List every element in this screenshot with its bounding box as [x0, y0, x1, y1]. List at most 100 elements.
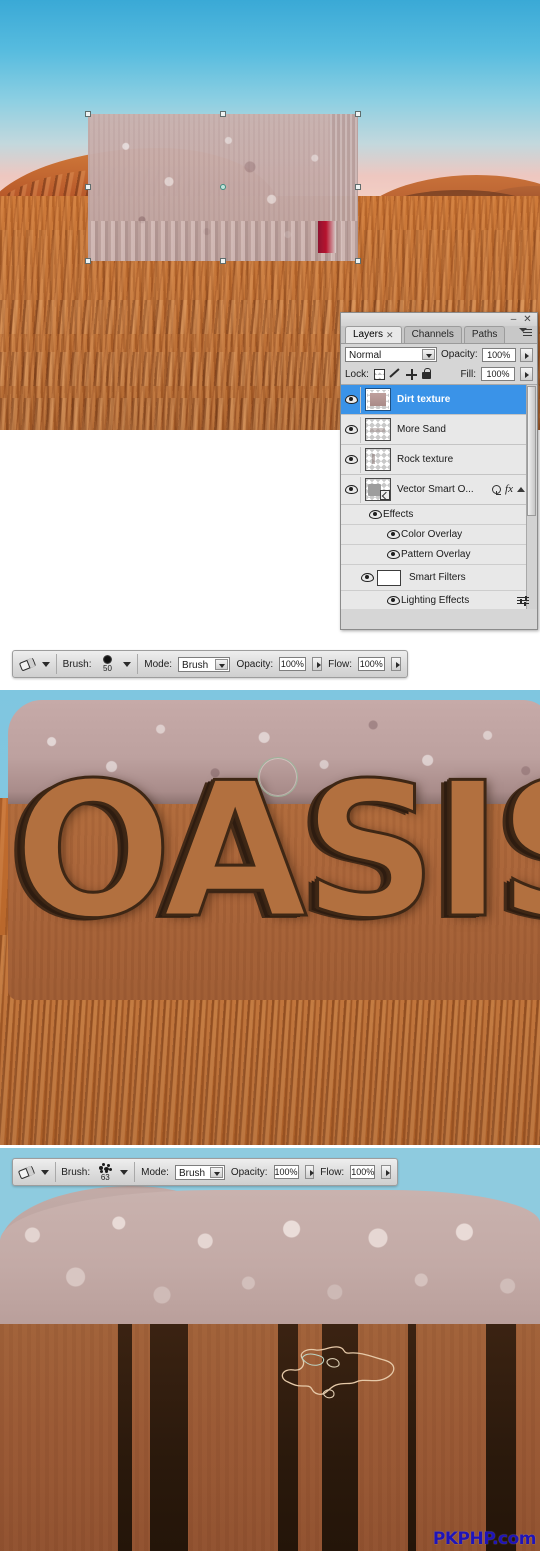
- eraser-tool-icon[interactable]: [18, 1162, 36, 1182]
- filter-visibility-toggle[interactable]: [385, 588, 401, 610]
- opacity-input[interactable]: 100%: [481, 347, 516, 362]
- eraser-options-toolbar[interactable]: Brush: 50 Mode: Brush Opacity: 100% Flow…: [12, 650, 408, 678]
- layer-thumbnail[interactable]: [365, 448, 391, 471]
- brush-label: Brush:: [61, 1166, 91, 1178]
- table-row[interactable]: Vector Smart O... fx: [341, 475, 537, 505]
- brush-preset-chevron-down-icon[interactable]: [123, 661, 132, 667]
- eye-icon: [360, 573, 374, 582]
- tool-preset-chevron-down-icon[interactable]: [41, 661, 50, 667]
- panel-menu-icon[interactable]: [519, 327, 534, 338]
- gravel-texture-cap: [0, 1190, 540, 1340]
- transform-handle-bottom-right[interactable]: [355, 258, 361, 264]
- blend-mode-row: Normal Opacity: 100%: [341, 344, 537, 365]
- lock-image-pixels-icon[interactable]: [390, 369, 401, 380]
- lock-position-icon[interactable]: [405, 368, 417, 380]
- layer-visibility-toggle[interactable]: [343, 476, 361, 503]
- flow-input[interactable]: 100%: [350, 1165, 376, 1179]
- layer-thumbnail[interactable]: [365, 478, 391, 501]
- flow-slider-arrow-icon[interactable]: [390, 657, 401, 671]
- transform-handle-top-right[interactable]: [355, 111, 361, 117]
- smart-filter-mask-thumbnail[interactable]: [377, 569, 401, 586]
- effects-group-label: Effects: [383, 509, 414, 520]
- lock-transparency-icon[interactable]: [373, 368, 385, 380]
- letter-gap-shadow: [118, 1324, 132, 1551]
- layers-panel[interactable]: – ✕ Layers ✕ Channels Paths Normal Opaci…: [340, 312, 538, 630]
- transform-handle-bottom-center[interactable]: [220, 258, 226, 264]
- list-item-color-overlay[interactable]: Color Overlay: [341, 525, 537, 545]
- eraser-tool-icon[interactable]: [18, 654, 37, 674]
- toolbar-separator: [137, 654, 139, 674]
- toolbar-separator: [54, 1162, 56, 1182]
- fx-icon[interactable]: fx: [505, 484, 513, 495]
- brush-preset-picker[interactable]: 63: [96, 1162, 114, 1182]
- list-item-lighting-effects[interactable]: Lighting Effects: [341, 591, 537, 609]
- chevron-down-icon[interactable]: [209, 1166, 223, 1178]
- smart-filters-visibility-toggle[interactable]: [359, 565, 375, 591]
- transform-handle-top-center[interactable]: [220, 111, 226, 117]
- fill-input[interactable]: 100%: [481, 367, 515, 381]
- brush-cursor-circle: [258, 757, 298, 797]
- effect-visibility-toggle[interactable]: [385, 542, 401, 568]
- list-item-smart-filters[interactable]: Smart Filters: [341, 565, 537, 591]
- opacity-slider-arrow-icon[interactable]: [311, 657, 323, 671]
- layer-style-indicator-icon[interactable]: [492, 485, 502, 495]
- layer-list[interactable]: Dirt texture More Sand Rock texture Vect…: [341, 385, 537, 609]
- scrollbar-thumb[interactable]: [527, 386, 536, 516]
- opacity-slider-arrow-icon[interactable]: [519, 347, 533, 362]
- lock-all-icon[interactable]: [421, 368, 431, 379]
- thumbnail-content: [370, 393, 386, 406]
- minimize-button[interactable]: –: [508, 314, 519, 325]
- table-row[interactable]: Rock texture: [341, 445, 537, 475]
- transform-reference-point[interactable]: [220, 184, 226, 190]
- lock-icon-group: [373, 368, 431, 380]
- table-row[interactable]: More Sand: [341, 415, 537, 445]
- collapse-effects-icon[interactable]: [517, 487, 525, 492]
- brush-preset-chevron-down-icon[interactable]: [120, 1169, 129, 1175]
- brush-preset-picker[interactable]: 50: [98, 655, 118, 673]
- tab-paths[interactable]: Paths: [463, 326, 506, 343]
- mode-select[interactable]: Brush: [178, 656, 231, 672]
- layer-visibility-toggle[interactable]: [343, 446, 361, 473]
- layer-thumbnail[interactable]: [365, 388, 391, 411]
- table-row[interactable]: Dirt texture: [341, 385, 537, 415]
- brush-label: Brush:: [62, 658, 92, 670]
- flow-input[interactable]: 100%: [358, 657, 385, 671]
- tool-preset-chevron-down-icon[interactable]: [40, 1169, 49, 1175]
- tab-layers[interactable]: Layers ✕: [345, 326, 402, 343]
- effect-label: Color Overlay: [401, 529, 463, 540]
- mode-select[interactable]: Brush: [174, 1164, 225, 1180]
- list-item-pattern-overlay[interactable]: Pattern Overlay: [341, 545, 537, 565]
- tab-close-icon[interactable]: ✕: [386, 329, 394, 341]
- transform-handle-middle-right[interactable]: [355, 184, 361, 190]
- layer-list-scrollbar[interactable]: [526, 385, 537, 609]
- transform-handle-top-left[interactable]: [85, 111, 91, 117]
- flow-slider-arrow-icon[interactable]: [381, 1165, 391, 1179]
- layer-thumbnail[interactable]: [365, 418, 391, 441]
- layer-visibility-toggle[interactable]: [343, 416, 361, 443]
- chevron-down-icon[interactable]: [422, 349, 435, 360]
- eye-icon: [345, 455, 358, 464]
- letter-gap-shadow: [486, 1324, 516, 1551]
- toolbar-separator: [55, 654, 57, 674]
- opacity-input[interactable]: 100%: [279, 657, 306, 671]
- filter-blending-options-icon[interactable]: [517, 596, 529, 606]
- transform-handle-bottom-left[interactable]: [85, 258, 91, 264]
- close-button[interactable]: ✕: [522, 314, 533, 325]
- opacity-input[interactable]: 100%: [273, 1165, 299, 1179]
- effects-visibility-toggle[interactable]: [367, 502, 383, 528]
- settings-line: [517, 597, 529, 598]
- layer-visibility-toggle[interactable]: [343, 386, 361, 413]
- blend-mode-select[interactable]: Normal: [345, 347, 437, 362]
- letter-gap-shadow: [150, 1324, 188, 1551]
- smart-filters-label: Smart Filters: [409, 572, 466, 583]
- letter-gap-shadow: [408, 1324, 416, 1551]
- list-item-effects-group[interactable]: Effects: [341, 505, 537, 525]
- settings-knob: [520, 599, 522, 603]
- fill-slider-arrow-icon[interactable]: [520, 367, 533, 381]
- watermark: PKPHP.com: [432, 1529, 537, 1549]
- chevron-down-icon[interactable]: [215, 658, 229, 670]
- eraser-options-toolbar-2[interactable]: Brush: 63 Mode: Brush Opacity: 100% Flow…: [12, 1158, 398, 1186]
- tab-channels[interactable]: Channels: [403, 326, 462, 343]
- transform-handle-middle-left[interactable]: [85, 184, 91, 190]
- opacity-slider-arrow-icon[interactable]: [304, 1165, 315, 1179]
